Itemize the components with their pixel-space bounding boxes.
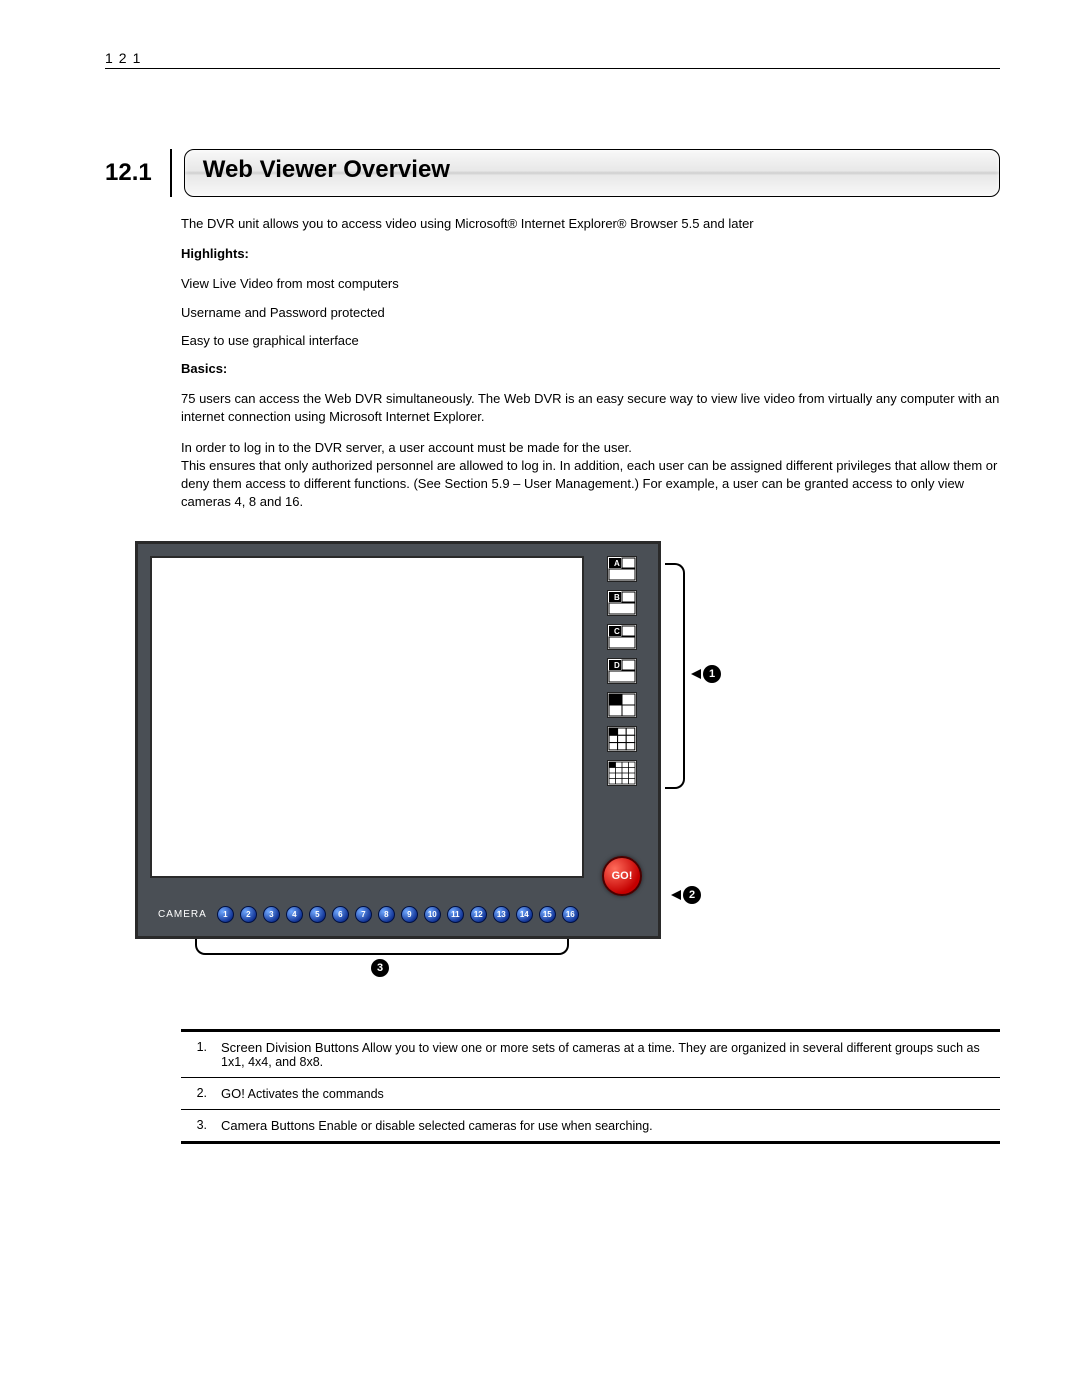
- go-button[interactable]: GO!: [602, 856, 642, 896]
- camera-button-1[interactable]: 1: [217, 906, 234, 923]
- camera-button-12[interactable]: 12: [470, 906, 487, 923]
- camera-button-9[interactable]: 9: [401, 906, 418, 923]
- section-number: 12.1: [105, 149, 172, 197]
- video-display-area: [150, 556, 584, 878]
- basics-paragraph: In order to log in to the DVR server, a …: [181, 439, 1000, 457]
- division-button-d[interactable]: D: [607, 658, 637, 684]
- camera-bar-label: CAMERA: [158, 909, 207, 920]
- camera-button-10[interactable]: 10: [424, 906, 441, 923]
- bracket-icon: [195, 939, 569, 955]
- legend-number: 1.: [187, 1040, 207, 1069]
- arrow-left-icon: [671, 890, 681, 900]
- division-button-2x2[interactable]: [607, 692, 637, 718]
- web-viewer-window: A B C D: [135, 541, 661, 939]
- section-header: 12.1 Web Viewer Overview: [105, 149, 1000, 197]
- camera-button-8[interactable]: 8: [378, 906, 395, 923]
- camera-button-2[interactable]: 2: [240, 906, 257, 923]
- camera-button-5[interactable]: 5: [309, 906, 326, 923]
- legend-row: 3. Camera Buttons Enable or disable sele…: [181, 1110, 1000, 1141]
- viewer-figure: A B C D: [135, 541, 1000, 939]
- screen-division-panel: A B C D: [596, 556, 648, 786]
- legend-term: Screen Division Buttons: [221, 1040, 359, 1055]
- highlight-item: Easy to use graphical interface: [181, 332, 1000, 350]
- highlight-item: Username and Password protected: [181, 304, 1000, 322]
- intro-text: The DVR unit allows you to access video …: [181, 215, 1000, 233]
- legend-term: GO!: [221, 1086, 245, 1101]
- camera-button-3[interactable]: 3: [263, 906, 280, 923]
- highlights-heading: Highlights:: [181, 245, 1000, 263]
- basics-heading: Basics:: [181, 360, 1000, 378]
- callout-marker-1: 1: [703, 665, 721, 683]
- basics-paragraph: 75 users can access the Web DVR simultan…: [181, 390, 1000, 426]
- svg-text:D: D: [614, 661, 620, 670]
- legend-row: 2. GO! Activates the commands: [181, 1078, 1000, 1110]
- division-button-b[interactable]: B: [607, 590, 637, 616]
- arrow-left-icon: [691, 669, 701, 679]
- camera-button-14[interactable]: 14: [516, 906, 533, 923]
- svg-text:B: B: [614, 593, 620, 602]
- section-title: Web Viewer Overview: [184, 149, 1000, 197]
- legend-table: 1. Screen Division Buttons Allow you to …: [181, 1029, 1000, 1144]
- legend-row: 1. Screen Division Buttons Allow you to …: [181, 1032, 1000, 1078]
- camera-button-11[interactable]: 11: [447, 906, 464, 923]
- camera-button-13[interactable]: 13: [493, 906, 510, 923]
- content-block: The DVR unit allows you to access video …: [181, 215, 1000, 511]
- legend-desc: Enable or disable selected cameras for u…: [318, 1119, 652, 1133]
- legend-desc: Activates the commands: [248, 1087, 384, 1101]
- division-button-a[interactable]: A: [607, 556, 637, 582]
- camera-button-16[interactable]: 16: [562, 906, 579, 923]
- svg-text:A: A: [614, 559, 620, 568]
- legend-number: 2.: [187, 1086, 207, 1101]
- page-number: 121: [105, 50, 1000, 69]
- camera-bar: CAMERA 1 2 3 4 5 6 7 8 9 10 11 12 13 14 …: [150, 902, 598, 926]
- camera-button-4[interactable]: 4: [286, 906, 303, 923]
- basics-paragraph: This ensures that only authorized person…: [181, 457, 1000, 512]
- division-button-3x3[interactable]: [607, 726, 637, 752]
- camera-button-7[interactable]: 7: [355, 906, 372, 923]
- callout-marker-2: 2: [683, 886, 701, 904]
- division-button-c[interactable]: C: [607, 624, 637, 650]
- division-button-4x4[interactable]: [607, 760, 637, 786]
- legend-number: 3.: [187, 1118, 207, 1133]
- highlight-item: View Live Video from most computers: [181, 275, 1000, 293]
- camera-button-15[interactable]: 15: [539, 906, 556, 923]
- svg-text:C: C: [614, 627, 620, 636]
- camera-button-6[interactable]: 6: [332, 906, 349, 923]
- bracket-icon: [665, 563, 685, 789]
- legend-term: Camera Buttons: [221, 1118, 315, 1133]
